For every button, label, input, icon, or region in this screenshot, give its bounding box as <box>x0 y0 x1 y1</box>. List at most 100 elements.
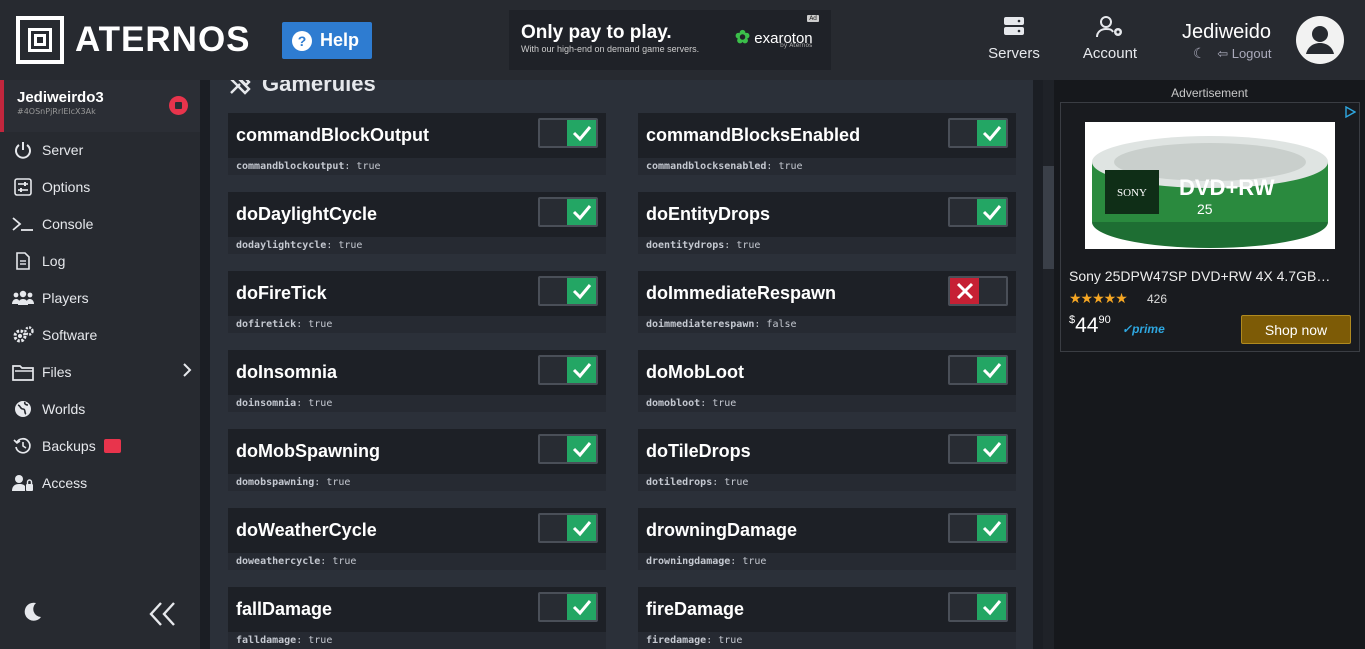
nav-servers-label: Servers <box>988 45 1040 62</box>
sliders-icon <box>12 176 34 198</box>
server-header[interactable]: Jediweirdo3 #4OSnPjRrlElcX3Ak <box>0 80 200 132</box>
ad-column: Advertisement SONY DVD+RW 25 Sony 25DPW4… <box>1054 80 1365 649</box>
gamerule-label: fireDamage <box>646 599 745 619</box>
gamerule-toggle[interactable] <box>538 276 598 306</box>
price-whole: 44 <box>1075 314 1099 337</box>
cogs-icon <box>12 324 34 346</box>
logo-text: ATERNOS <box>75 20 251 59</box>
sidebar-item-label: Log <box>42 252 66 269</box>
gamerule-toggle[interactable] <box>538 118 598 148</box>
product-ad-card[interactable]: SONY DVD+RW 25 Sony 25DPW47SP DVD+RW 4X … <box>1060 102 1360 352</box>
gamerule-label: doEntityDrops <box>646 204 770 224</box>
help-button[interactable]: ? Help <box>282 22 372 59</box>
backup-storage-icon <box>103 438 121 453</box>
gamerule-domobloot: doMobLoot domobloot: true <box>638 350 1016 412</box>
gamerule-value: true <box>778 161 803 172</box>
server-id: #4OSnPjRrlElcX3Ak <box>17 107 96 116</box>
gamerule-key: dotiledrops <box>646 477 713 488</box>
gamerules-panel: Gamerules commandBlockOutput commandblock… <box>210 80 1033 649</box>
gamerule-key: commandblocksenabled <box>646 161 767 172</box>
check-icon <box>567 278 596 304</box>
gamerule-key: doimmediaterespawn <box>646 319 755 330</box>
gamerule-toggle[interactable] <box>538 592 598 622</box>
gamerule-value: true <box>356 161 381 172</box>
gamerule-value: true <box>724 477 749 488</box>
gamerule-value: true <box>712 398 737 409</box>
gamerule-key: commandblockoutput <box>236 161 345 172</box>
logout-link[interactable]: ⇦ Logout <box>1217 46 1271 61</box>
scrollbar-thumb[interactable] <box>1043 166 1054 269</box>
gamerule-label: doInsomnia <box>236 362 338 382</box>
user-lock-icon <box>12 472 34 494</box>
globe-icon <box>12 398 34 420</box>
servers-icon <box>1004 17 1024 35</box>
gamerule-label: doTileDrops <box>646 441 751 461</box>
product-price: $4490 <box>1069 314 1111 338</box>
sidebar-item-label: Options <box>42 178 91 195</box>
gamerule-label: doMobSpawning <box>236 441 380 461</box>
gamerule-value: true <box>742 556 767 567</box>
ad-choices-icon[interactable] <box>1344 106 1356 118</box>
gamerule-toggle[interactable] <box>948 276 1008 306</box>
question-icon: ? <box>292 30 312 51</box>
gamerule-value: true <box>308 635 333 646</box>
gamerule-key: drowningdamage <box>646 556 731 567</box>
gamerule-toggle[interactable] <box>948 355 1008 385</box>
gamerule-toggle[interactable] <box>948 434 1008 464</box>
sidebar-item-console[interactable]: Console <box>0 205 200 242</box>
sidebar-item-files[interactable]: Files <box>0 353 200 390</box>
gamerule-toggle[interactable] <box>948 197 1008 227</box>
prime-label: prime <box>1132 322 1165 336</box>
gamerule-toggle[interactable] <box>538 355 598 385</box>
gamerule-value: true <box>332 556 357 567</box>
gamerule-command: domobspawning: true <box>228 474 606 491</box>
gamerule-dotiledrops: doTileDrops dotiledrops: true <box>638 429 1016 491</box>
sidebar-item-label: Files <box>42 363 72 380</box>
exaroton-logo-icon: ✿ <box>735 27 751 47</box>
gamerule-toggle[interactable] <box>538 513 598 543</box>
gamerule-toggle[interactable] <box>948 513 1008 543</box>
sidebar-item-label: Players <box>42 289 89 306</box>
sidebar-item-backups[interactable]: Backups <box>0 427 200 464</box>
product-title[interactable]: Sony 25DPW47SP DVD+RW 4X 4.7GB… <box>1069 268 1330 284</box>
gamerule-command: dofiretick: true <box>228 316 606 333</box>
dark-mode-icon[interactable]: ☾ <box>1193 45 1206 61</box>
gamerule-command: dodaylightcycle: true <box>228 237 606 254</box>
collapse-sidebar-icon[interactable] <box>149 601 177 631</box>
sidebar-item-software[interactable]: Software <box>0 316 200 353</box>
gamerule-commandblocksenabled: commandBlocksEnabled commandblocksenabled… <box>638 113 1016 175</box>
aternos-logo[interactable]: ATERNOS <box>16 16 251 64</box>
check-icon <box>977 120 1006 146</box>
sidebar-item-server[interactable]: Server <box>0 131 200 168</box>
sidebar-item-players[interactable]: Players <box>0 279 200 316</box>
cross-icon <box>950 278 979 304</box>
ad-tag: Ad <box>807 15 819 22</box>
theme-moon-icon[interactable] <box>24 602 42 626</box>
folder-icon <box>12 361 34 383</box>
exaroton-ad-banner[interactable]: Only pay to play. With our high-end on d… <box>509 10 831 70</box>
sidebar-item-log[interactable]: Log <box>0 242 200 279</box>
product-brand-text: SONY <box>1117 187 1147 199</box>
gamerule-toggle[interactable] <box>538 197 598 227</box>
sidebar-item-worlds[interactable]: Worlds <box>0 390 200 427</box>
gamerule-label: doImmediateRespawn <box>646 283 837 303</box>
shop-now-button[interactable]: Shop now <box>1241 315 1351 344</box>
nav-account[interactable]: Account <box>1078 16 1142 62</box>
sidebar-item-access[interactable]: Access <box>0 464 200 501</box>
gamerule-command: dotiledrops: true <box>638 474 1016 491</box>
sidebar: Jediweirdo3 #4OSnPjRrlElcX3Ak Server Opt… <box>0 80 200 649</box>
gamerule-label: commandBlocksEnabled <box>646 125 861 145</box>
gamerule-toggle[interactable] <box>948 592 1008 622</box>
gamerule-command: domobloot: true <box>638 395 1016 412</box>
nav-servers[interactable]: Servers <box>985 16 1043 62</box>
product-image[interactable]: SONY DVD+RW 25 <box>1085 122 1335 249</box>
sidebar-item-options[interactable]: Options <box>0 168 200 205</box>
gamerule-toggle[interactable] <box>538 434 598 464</box>
gamerule-command: firedamage: true <box>638 632 1016 649</box>
gamerule-toggle[interactable] <box>948 118 1008 148</box>
gamerule-key: dofiretick <box>236 319 297 330</box>
check-icon <box>977 357 1006 383</box>
gamerule-commandblockoutput: commandBlockOutput commandblockoutput: tr… <box>228 113 606 175</box>
prime-badge: ✓prime <box>1122 322 1165 336</box>
avatar[interactable] <box>1296 16 1344 64</box>
